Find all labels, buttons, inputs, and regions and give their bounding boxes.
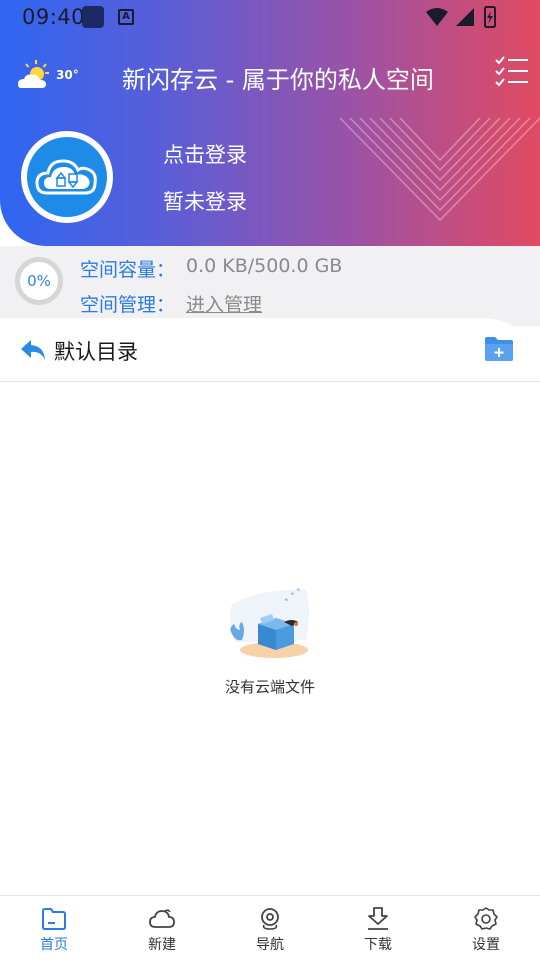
- app-title: 新闪存云 - 属于你的私人空间: [122, 66, 434, 94]
- status-bar: 09:40 A: [0, 0, 540, 34]
- notification-icon: [82, 6, 104, 28]
- capacity-label: 空间容量：: [80, 259, 176, 281]
- management-label: 空间管理：: [80, 294, 176, 316]
- nav-new[interactable]: 新建: [108, 896, 216, 960]
- directory-bar: 默认目录: [0, 318, 540, 382]
- home-folder-icon: [42, 908, 66, 930]
- nav-label-new: 新建: [148, 937, 176, 953]
- settings-gear-icon: [474, 907, 498, 930]
- weather-temperature: 30°: [56, 68, 79, 82]
- directory-title: 默认目录: [54, 340, 138, 364]
- nav-label-navigation: 导航: [256, 937, 284, 953]
- management-link[interactable]: 进入管理: [186, 290, 262, 317]
- usage-ring: 0%: [15, 257, 63, 305]
- nav-navigation[interactable]: 导航: [216, 896, 324, 960]
- keyboard-a-icon: A: [118, 9, 134, 25]
- cloud-icon: [149, 909, 175, 928]
- nav-settings[interactable]: 设置: [432, 896, 540, 960]
- login-status: 暂未登录: [163, 190, 247, 214]
- avatar[interactable]: [21, 131, 113, 223]
- nav-home[interactable]: 首页: [0, 896, 108, 960]
- app-screen: 09:40 A 30° 新闪存云 - 属于你的私人空间 点击登录 暂未登录 0%…: [0, 0, 540, 960]
- checklist-icon[interactable]: [494, 54, 530, 88]
- back-arrow-icon[interactable]: [19, 338, 47, 362]
- nav-download[interactable]: 下载: [324, 896, 432, 960]
- header-banner: 09:40 A 30° 新闪存云 - 属于你的私人空间 点击登录 暂未登录: [0, 0, 540, 246]
- empty-box-illustration: [229, 588, 309, 658]
- login-prompt[interactable]: 点击登录: [163, 139, 247, 169]
- bottom-nav: 首页 新建 导航 下载 设置: [0, 895, 540, 960]
- cloud-sync-icon: [35, 159, 97, 195]
- usage-percent: 0%: [27, 272, 51, 290]
- avatar-circle: [27, 137, 107, 217]
- capacity-value: 0.0 KB/500.0 GB: [186, 255, 343, 277]
- decorative-lines: [340, 117, 540, 222]
- nav-label-settings: 设置: [472, 937, 500, 953]
- empty-message: 没有云端文件: [224, 678, 315, 696]
- system-status-icons: [426, 6, 496, 28]
- weather-widget[interactable]: 30°: [16, 58, 80, 94]
- sun-cloud-icon: [18, 60, 49, 88]
- status-time: 09:40: [22, 5, 86, 29]
- nav-label-home: 首页: [40, 937, 68, 953]
- download-icon: [368, 907, 388, 930]
- nav-label-download: 下载: [364, 937, 392, 953]
- storage-panel: 0% 空间容量： 0.0 KB/500.0 GB 空间管理： 进入管理: [0, 246, 540, 326]
- navigation-icon: [261, 908, 279, 930]
- new-folder-icon[interactable]: [484, 336, 514, 362]
